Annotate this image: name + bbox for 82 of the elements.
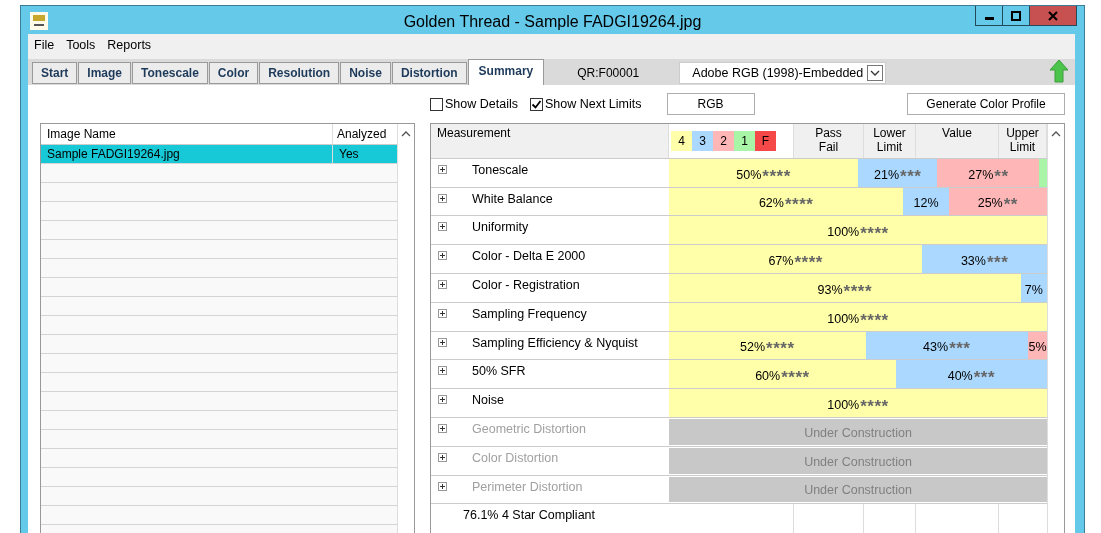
qr-code-label: QR:F00001 xyxy=(577,66,640,80)
grade-legend-swatch: F xyxy=(755,131,776,151)
measurement-name: 50% SFR xyxy=(472,364,526,379)
profile-dropdown[interactable]: Adobe RGB (1998)-Embedded xyxy=(679,62,887,84)
close-icon xyxy=(1048,10,1058,21)
column-header[interactable]: Lower Limit xyxy=(864,124,916,158)
grade-asterisks: *** xyxy=(949,339,971,356)
expand-icon[interactable] xyxy=(438,366,447,376)
scrollbar[interactable] xyxy=(1047,124,1064,533)
menu-item[interactable]: Reports xyxy=(107,38,152,52)
tab[interactable]: Summary xyxy=(467,59,545,85)
score-segment: 12% xyxy=(903,187,949,216)
tab[interactable]: Start xyxy=(32,62,78,84)
column-header[interactable]: Analyzed xyxy=(333,124,397,144)
measurement-name: Geometric Distortion xyxy=(472,421,586,436)
grade-asterisks: *** xyxy=(900,166,922,183)
measurement-name: Tonescale xyxy=(472,162,529,177)
scrollbar[interactable] xyxy=(397,124,414,533)
grade-legend-swatch: 3 xyxy=(692,131,713,151)
grade-asterisks: **** xyxy=(781,368,810,385)
scroll-up-icon xyxy=(1051,130,1061,138)
image-list-row[interactable]: Sample FADGI19264.jpg Yes xyxy=(41,145,397,163)
column-header[interactable]: Pass Fail xyxy=(794,124,864,158)
close-button[interactable] xyxy=(1029,6,1077,26)
grade-asterisks: **** xyxy=(860,310,889,327)
minimize-button[interactable] xyxy=(975,6,1003,26)
grade-asterisks: ** xyxy=(994,166,1009,183)
expand-icon[interactable] xyxy=(438,251,447,261)
scroll-up-icon xyxy=(401,130,411,138)
measurement-name: Noise xyxy=(472,393,504,408)
generate-color-profile-button[interactable]: Generate Color Profile xyxy=(907,93,1065,115)
tab[interactable]: Image xyxy=(78,62,132,84)
tab[interactable]: Resolution xyxy=(259,62,340,84)
checkbox[interactable]: Show Details xyxy=(430,97,518,111)
tab[interactable]: Noise xyxy=(340,62,391,84)
expand-icon[interactable] xyxy=(438,193,447,203)
grade-asterisks: **** xyxy=(860,397,889,413)
measurement-name: Color - Registration xyxy=(472,277,580,292)
measurement-name: Sampling Efficiency & Nyquist xyxy=(472,335,638,350)
measurement-name: White Balance xyxy=(472,191,553,206)
compliance-summary: 76.1% 4 Star Compliant xyxy=(463,508,595,523)
expand-icon[interactable] xyxy=(438,279,447,289)
rgb-button[interactable]: RGB xyxy=(666,93,755,115)
grade-asterisks: **** xyxy=(860,224,889,241)
grade-legend-swatch: 4 xyxy=(671,131,692,151)
grade-asterisks: **** xyxy=(762,166,791,183)
measurement-name: Perimeter Distortion xyxy=(472,479,583,494)
grade-asterisks: *** xyxy=(973,368,996,385)
measurement-name: Color Distortion xyxy=(472,450,559,465)
grade-asterisks: **** xyxy=(784,195,814,212)
expand-icon[interactable] xyxy=(438,164,447,174)
dropdown-icon xyxy=(867,65,884,81)
window-title: Golden Thread - Sample FADGI19264.jpg xyxy=(403,13,702,31)
expand-icon[interactable] xyxy=(438,308,447,318)
tab[interactable]: Tonescale xyxy=(132,62,208,84)
tab[interactable]: Distortion xyxy=(391,62,467,84)
menu-item[interactable]: Tools xyxy=(66,38,96,52)
expand-icon[interactable] xyxy=(438,337,447,347)
maximize-icon xyxy=(1011,10,1021,21)
expand-icon[interactable] xyxy=(438,222,447,232)
grade-legend-swatch: 1 xyxy=(734,131,755,151)
measurement-name: Color - Delta E 2000 xyxy=(472,249,586,264)
minimize-icon xyxy=(984,17,994,20)
app-logo-icon xyxy=(30,12,48,30)
column-header[interactable]: Image Name xyxy=(41,124,333,144)
measurement-name: Uniformity xyxy=(472,220,529,235)
under-construction-bar: Under Construction xyxy=(669,418,1047,445)
expand-icon[interactable] xyxy=(438,395,447,405)
score-segment: 5% xyxy=(1028,331,1047,360)
grade-asterisks: **** xyxy=(766,339,795,356)
grade-asterisks: ** xyxy=(1003,195,1018,212)
under-construction-bar: Under Construction xyxy=(669,447,1047,474)
grade-asterisks: **** xyxy=(843,281,872,298)
column-header[interactable]: Value xyxy=(916,124,999,158)
grade-asterisks: **** xyxy=(794,253,823,270)
menu-item[interactable]: File xyxy=(34,38,55,52)
under-construction-bar: Under Construction xyxy=(669,476,1047,503)
grade-asterisks: *** xyxy=(986,253,1009,270)
checkbox[interactable]: Show Next Limits xyxy=(529,97,642,111)
tab[interactable]: Color xyxy=(208,62,259,84)
measurement-name: Sampling Frequency xyxy=(472,306,587,321)
grade-legend-swatch: 2 xyxy=(713,131,734,151)
